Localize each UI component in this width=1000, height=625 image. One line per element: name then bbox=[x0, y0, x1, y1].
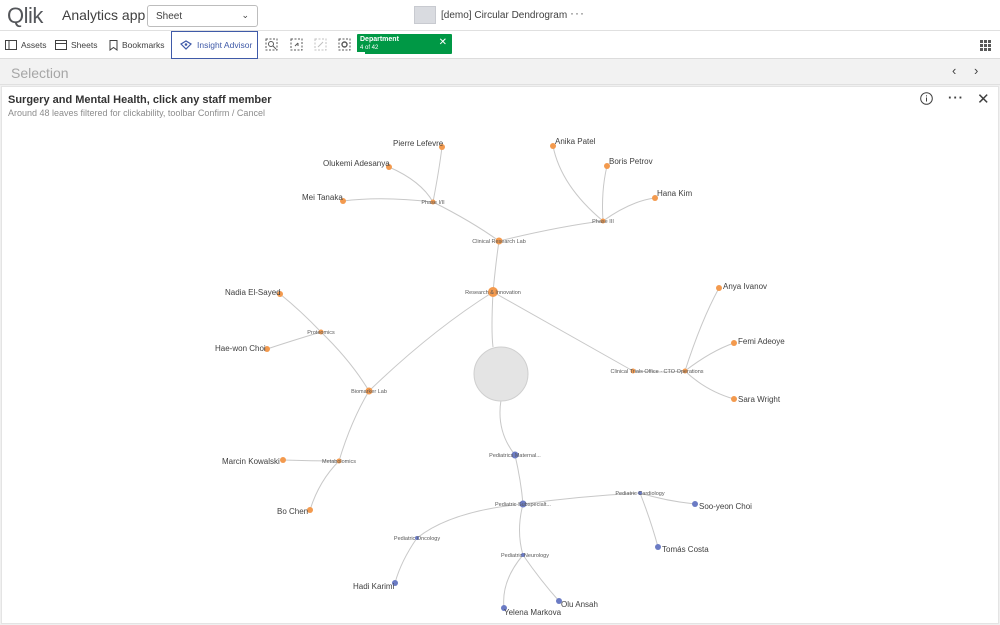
branch-label: Pediatric Cardiology bbox=[615, 491, 664, 497]
bookmarks-button[interactable]: Bookmarks bbox=[109, 31, 165, 59]
top-bar: Qlik Analytics app Sheet ⌄ [demo] Circul… bbox=[0, 0, 1000, 31]
sheets-icon bbox=[55, 40, 67, 50]
leaf-label[interactable]: Yelena Markova bbox=[504, 608, 562, 617]
more-options-icon[interactable]: ··· bbox=[570, 6, 585, 20]
toolbar: Assets Sheets Bookmarks Insight Advisor bbox=[0, 31, 1000, 59]
selection-bar: Selection ‹ › bbox=[0, 59, 1000, 85]
sheet-select-value: Sheet bbox=[156, 11, 183, 22]
branch-label: Pediatrics Maternal... bbox=[489, 453, 541, 459]
leaf-label[interactable]: Bo Chen bbox=[277, 507, 308, 516]
branch-label: Pediatric Neurology bbox=[501, 553, 549, 559]
selection-title: Selection bbox=[11, 65, 69, 81]
branch-label: Proteomics bbox=[307, 330, 335, 336]
chip-progress bbox=[357, 52, 365, 54]
leaf-label[interactable]: Nadia El-Sayed bbox=[225, 288, 281, 297]
close-icon[interactable]: ✕ bbox=[977, 90, 990, 108]
selections-tool-icon[interactable] bbox=[265, 38, 278, 51]
insight-advisor-label: Insight Advisor bbox=[197, 40, 253, 50]
branch-label: Pediatric Subspecialt... bbox=[495, 502, 551, 508]
leaf-label[interactable]: Olu Ansah bbox=[561, 600, 598, 609]
leaf-label[interactable]: Sara Wright bbox=[738, 395, 781, 404]
panel-subtitle: Around 48 leaves filtered for clickabili… bbox=[8, 108, 265, 118]
sheet-select[interactable]: Sheet ⌄ bbox=[147, 5, 258, 27]
assets-button[interactable]: Assets bbox=[5, 31, 47, 59]
more-options-icon[interactable]: ··· bbox=[948, 90, 964, 105]
leaf-label[interactable]: Boris Petrov bbox=[609, 157, 653, 166]
leaf-node-tomas-costa[interactable] bbox=[655, 544, 661, 550]
info-icon[interactable] bbox=[920, 92, 933, 110]
leaf-label[interactable]: Hana Kim bbox=[657, 189, 692, 198]
leaf-label[interactable]: Olukemi Adesanya bbox=[323, 159, 390, 168]
chevron-right-icon[interactable]: › bbox=[974, 63, 978, 78]
assets-panel-icon bbox=[5, 40, 17, 50]
leaf-node-marcin-kowalski[interactable] bbox=[280, 457, 286, 463]
leaf-label[interactable]: Anya Ivanov bbox=[723, 282, 767, 291]
chart-panel: Research & Innovation Clinical Research … bbox=[1, 86, 999, 624]
lasso-select-icon[interactable] bbox=[290, 38, 303, 51]
leaf-node-anya-ivanov[interactable] bbox=[716, 285, 722, 291]
branch-label: Biomarker Lab bbox=[351, 389, 387, 395]
root-node[interactable] bbox=[473, 346, 529, 402]
branch-label: Pediatric Oncology bbox=[394, 536, 440, 542]
leaf-label[interactable]: Anika Patel bbox=[555, 137, 596, 146]
leaf-label[interactable]: Tomás Costa bbox=[662, 545, 709, 554]
bookmarks-label: Bookmarks bbox=[122, 40, 165, 50]
assets-label: Assets bbox=[21, 40, 47, 50]
qlik-logo[interactable]: Qlik bbox=[7, 3, 43, 29]
branch-label: Clinical Trials Office · CTO Operations bbox=[610, 369, 703, 375]
chip-count: 4 of 42 bbox=[360, 45, 379, 51]
sheets-label: Sheets bbox=[71, 40, 98, 50]
branch-label: Phase III bbox=[592, 219, 614, 225]
department-selection-chip[interactable]: Department 4 of 42 ✕ bbox=[357, 34, 452, 54]
app-title: Analytics app bbox=[62, 7, 146, 23]
clear-selections-icon[interactable] bbox=[338, 38, 351, 51]
insight-advisor-icon bbox=[180, 40, 192, 50]
leaf-node-sara-wright[interactable] bbox=[731, 396, 737, 402]
close-icon[interactable]: ✕ bbox=[439, 37, 447, 48]
chevron-down-icon: ⌄ bbox=[241, 10, 249, 20]
leaf-node-soo-yeon-choi[interactable] bbox=[692, 501, 698, 507]
step-forward-icon[interactable] bbox=[314, 38, 327, 51]
leaf-label[interactable]: Pierre Lefevre bbox=[393, 139, 444, 148]
branch-label: Clinical Research Lab bbox=[472, 239, 526, 245]
leaf-label[interactable]: Hae-won Choi bbox=[215, 344, 266, 353]
branch-label: Research & Innovation bbox=[465, 290, 521, 296]
leaf-label[interactable]: Hadi Karimi bbox=[353, 582, 395, 591]
sheet-thumbnail bbox=[414, 6, 436, 24]
bookmark-icon bbox=[109, 39, 118, 51]
leaf-node-femi-adeoye[interactable] bbox=[731, 340, 737, 346]
leaf-label[interactable]: Femi Adeoye bbox=[738, 337, 785, 346]
circular-dendrogram: Research & Innovation Clinical Research … bbox=[215, 137, 785, 617]
branch-label: Metabolomics bbox=[322, 459, 356, 465]
chevron-left-icon[interactable]: ‹ bbox=[952, 63, 956, 78]
leaf-label[interactable]: Soo-yeon Choi bbox=[699, 502, 752, 511]
insight-advisor-button[interactable]: Insight Advisor bbox=[171, 31, 258, 59]
leaf-label[interactable]: Mei Tanaka bbox=[302, 193, 343, 202]
grid-icon[interactable] bbox=[980, 38, 991, 56]
panel-title: Surgery and Mental Health, click any sta… bbox=[8, 94, 272, 106]
sheet-name[interactable]: [demo] Circular Dendrogram bbox=[441, 10, 567, 21]
leaf-label[interactable]: Marcin Kowalski bbox=[222, 457, 280, 466]
branch-label: Phase I/II bbox=[421, 200, 445, 206]
sheets-button[interactable]: Sheets bbox=[55, 31, 97, 59]
chip-field-name: Department bbox=[360, 36, 399, 43]
